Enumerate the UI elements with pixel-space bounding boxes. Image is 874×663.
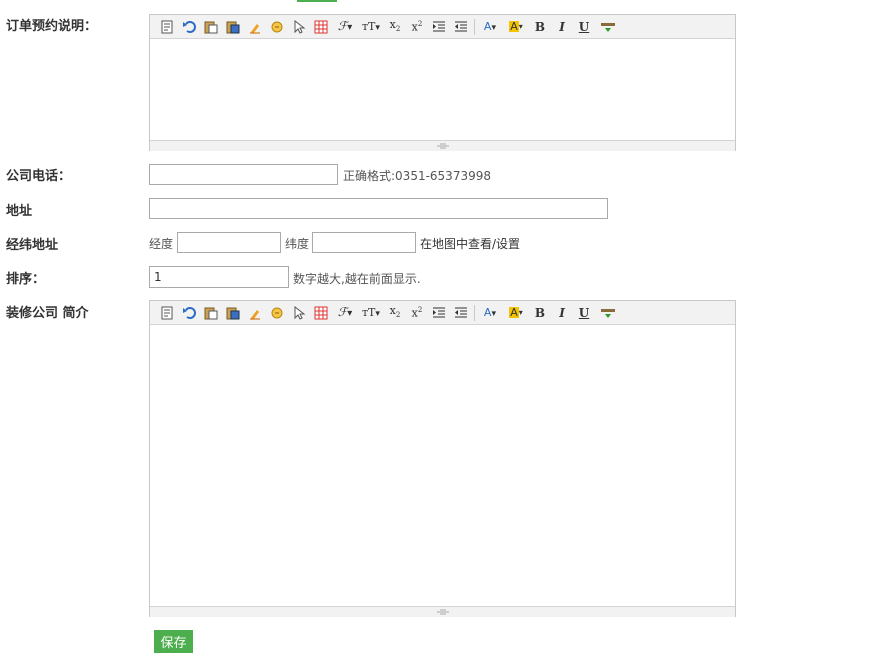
top-accent-bar — [297, 0, 337, 2]
sort-input[interactable] — [149, 266, 289, 288]
paste-icon[interactable] — [202, 19, 220, 35]
superscript-icon[interactable]: x2 — [408, 19, 426, 35]
underline-icon[interactable]: U — [575, 305, 593, 321]
undo-icon[interactable] — [180, 19, 198, 35]
order-note-edit-area[interactable] — [150, 39, 735, 140]
outdent-icon[interactable] — [452, 305, 470, 321]
bold-icon[interactable]: B — [531, 305, 549, 321]
coords-label: 经纬地址 — [6, 238, 59, 253]
select-all-icon[interactable] — [290, 19, 308, 35]
order-note-label: 订单预约说明： — [6, 19, 98, 34]
table-icon[interactable] — [312, 305, 330, 321]
address-input[interactable] — [149, 198, 608, 219]
subscript-icon[interactable]: x2 — [386, 19, 404, 35]
phone-hint: 正确格式:0351-65373998 — [343, 169, 491, 183]
lat-input[interactable] — [312, 232, 416, 253]
select-all-icon[interactable] — [290, 305, 308, 321]
indent-icon[interactable] — [430, 305, 448, 321]
italic-icon[interactable]: I — [553, 19, 571, 35]
save-button[interactable]: 保存 — [154, 630, 193, 653]
more-icon[interactable] — [597, 19, 619, 35]
italic-icon[interactable]: I — [553, 305, 571, 321]
template-icon[interactable] — [268, 305, 286, 321]
resize-grip-icon — [436, 609, 449, 615]
sort-label: 排序： — [6, 272, 46, 287]
table-icon[interactable] — [312, 19, 330, 35]
font-size-icon[interactable]: ᴛT▾ — [360, 305, 382, 321]
order-note-editor[interactable]: ℱ▾ ᴛT▾ x2 x2 A▾ A ▾ B I U — [149, 14, 736, 151]
lng-label: 经度 — [149, 237, 174, 251]
toolbar-separator — [474, 18, 475, 35]
outdent-icon[interactable] — [452, 19, 470, 35]
order-note-resize-handle[interactable] — [150, 140, 735, 151]
source-icon[interactable] — [158, 305, 176, 321]
intro-toolbar: ℱ▾ ᴛT▾ x2 x2 A▾ A ▾ B I U — [150, 301, 735, 325]
subscript-icon[interactable]: x2 — [386, 305, 404, 321]
indent-icon[interactable] — [430, 19, 448, 35]
intro-label: 装修公司 简介 — [6, 306, 89, 321]
highlight-icon[interactable]: A ▾ — [505, 305, 527, 321]
font-family-icon[interactable]: ℱ▾ — [334, 305, 356, 321]
phone-label: 公司电话： — [6, 169, 72, 184]
lat-label: 纬度 — [285, 237, 310, 251]
order-note-toolbar: ℱ▾ ᴛT▾ x2 x2 A▾ A ▾ B I U — [150, 15, 735, 39]
font-size-icon[interactable]: ᴛT▾ — [360, 19, 382, 35]
font-family-icon[interactable]: ℱ▾ — [334, 19, 356, 35]
clear-format-icon[interactable] — [246, 19, 264, 35]
address-label: 地址 — [6, 204, 33, 219]
toolbar-separator — [474, 304, 475, 321]
font-color-icon[interactable]: A▾ — [479, 305, 501, 321]
undo-icon[interactable] — [180, 305, 198, 321]
resize-grip-icon — [436, 143, 449, 149]
underline-icon[interactable]: U — [575, 19, 593, 35]
intro-editor[interactable]: ℱ▾ ᴛT▾ x2 x2 A▾ A ▾ B I U — [149, 300, 736, 617]
lng-input[interactable] — [177, 232, 281, 253]
highlight-icon[interactable]: A ▾ — [505, 19, 527, 35]
clear-format-icon[interactable] — [246, 305, 264, 321]
superscript-icon[interactable]: x2 — [408, 305, 426, 321]
intro-resize-handle[interactable] — [150, 606, 735, 617]
phone-input[interactable] — [149, 164, 338, 185]
paste-icon[interactable] — [202, 305, 220, 321]
intro-edit-area[interactable] — [150, 325, 735, 606]
sort-hint: 数字越大,越在前面显示. — [293, 272, 421, 286]
more-icon[interactable] — [597, 305, 619, 321]
paste-word-icon[interactable] — [224, 305, 242, 321]
map-view-link[interactable]: 在地图中查看/设置 — [420, 235, 520, 252]
paste-word-icon[interactable] — [224, 19, 242, 35]
template-icon[interactable] — [268, 19, 286, 35]
font-color-icon[interactable]: A▾ — [479, 19, 501, 35]
source-icon[interactable] — [158, 19, 176, 35]
bold-icon[interactable]: B — [531, 19, 549, 35]
